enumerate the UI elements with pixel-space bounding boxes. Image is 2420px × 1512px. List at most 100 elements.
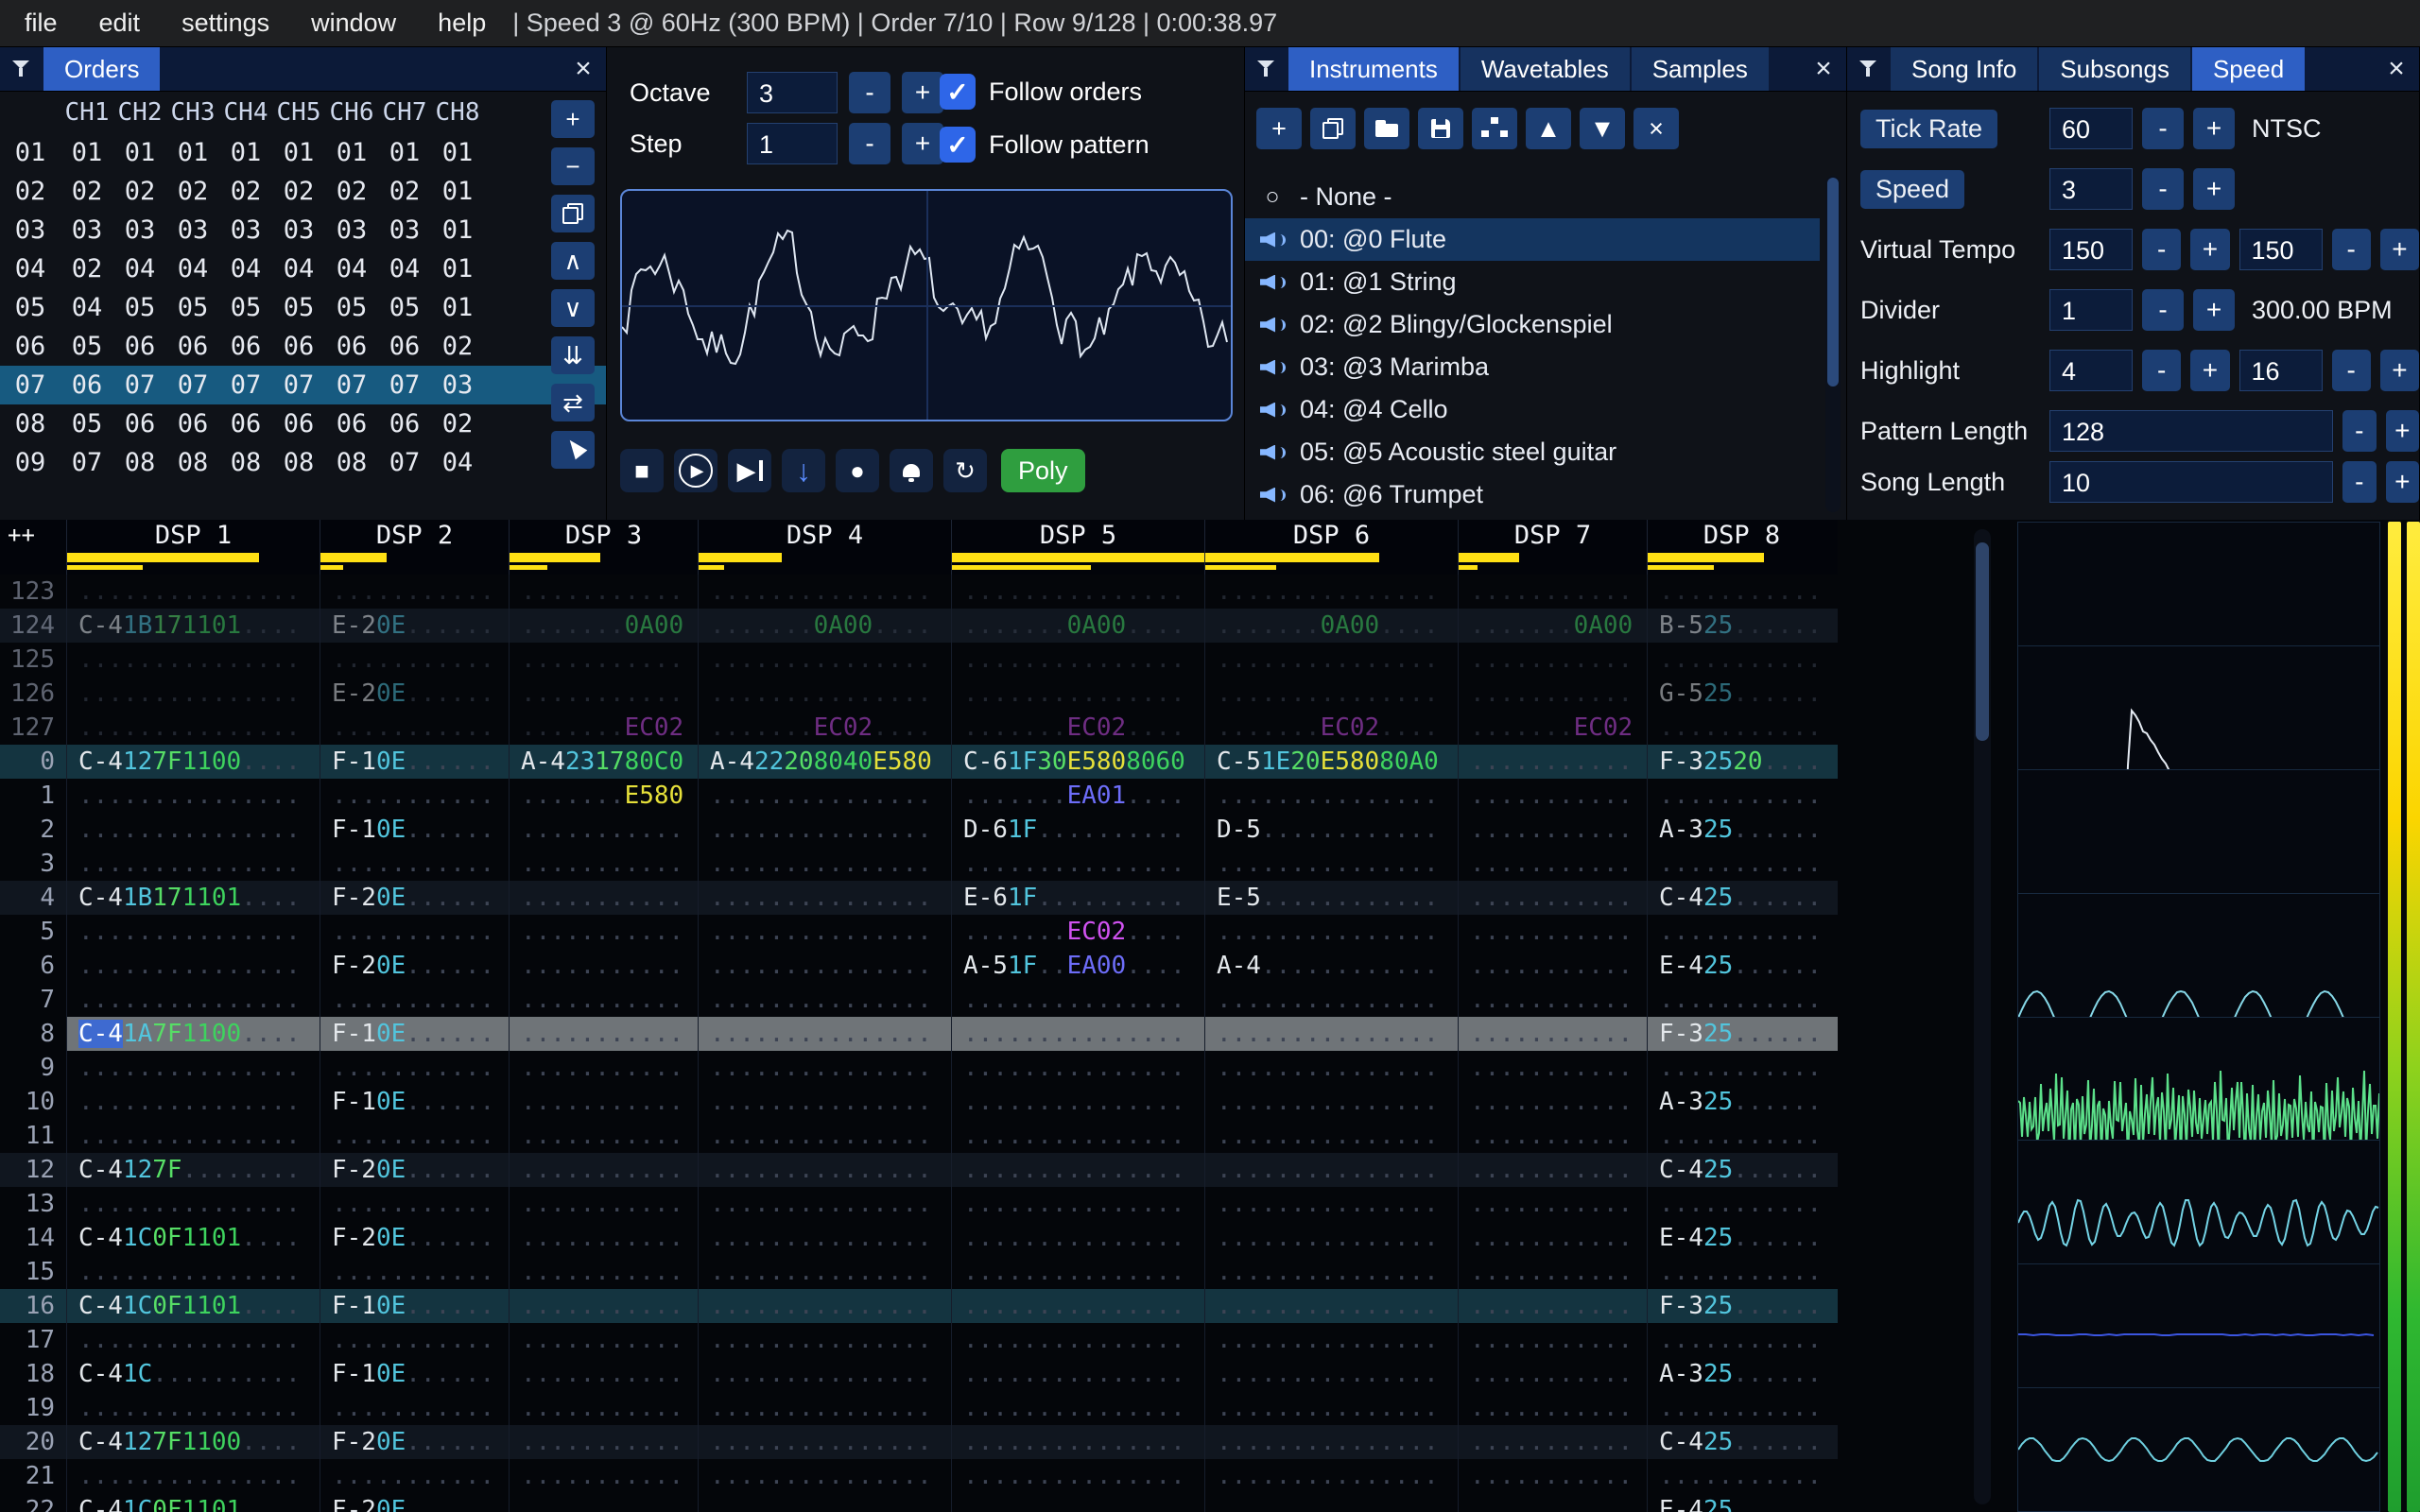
pattern-cell[interactable]: ............... <box>1204 983 1458 1017</box>
pattern-cell[interactable]: F-20E...... <box>320 1425 509 1459</box>
pattern-cell[interactable]: ........... <box>320 983 509 1017</box>
pattern-cell[interactable]: .......0A00.... <box>1204 609 1458 643</box>
order-cell[interactable]: 03 <box>325 211 378 249</box>
order-cell[interactable]: 06 <box>272 327 325 366</box>
pattern-cell[interactable]: C-41B171101.... <box>66 881 320 915</box>
orders-edit-mode-button[interactable] <box>551 431 595 469</box>
pattern-cell[interactable]: B-525...... <box>1647 609 1836 643</box>
order-cell[interactable]: 03 <box>166 211 219 249</box>
order-cell[interactable]: 06 <box>378 404 431 443</box>
orders-remove-button[interactable]: − <box>551 147 595 185</box>
pattern-cell[interactable]: ............... <box>1204 1425 1458 1459</box>
virtual-tempo-num-decrease-button[interactable]: - <box>2142 229 2182 270</box>
pattern-cell[interactable]: ............... <box>698 643 951 677</box>
pattern-cell[interactable]: ............... <box>66 1085 320 1119</box>
pattern-cell[interactable]: ............... <box>951 1459 1204 1493</box>
record-button[interactable]: ● <box>836 449 879 492</box>
pattern-cell[interactable]: ............... <box>66 1119 320 1153</box>
order-cell[interactable]: 04 <box>166 249 219 288</box>
pattern-cell[interactable]: ........... <box>509 881 698 915</box>
channel-name[interactable]: DSP 3 <box>510 521 698 553</box>
order-cell[interactable]: 06 <box>219 404 272 443</box>
pattern-cell[interactable]: ........... <box>509 983 698 1017</box>
menu-edit[interactable]: edit <box>99 9 141 38</box>
pattern-cell[interactable]: F-10E...... <box>320 1357 509 1391</box>
order-cell[interactable]: 02 <box>219 172 272 211</box>
pattern-cell[interactable]: A-325...... <box>1647 1357 1836 1391</box>
instrument-delete-button[interactable]: × <box>1634 108 1679 149</box>
pattern-length-increase-button[interactable]: + <box>2385 410 2419 452</box>
order-cell[interactable]: 01 <box>378 133 431 172</box>
pattern-cell[interactable]: ........... <box>1458 1017 1647 1051</box>
pattern-cell[interactable]: ........... <box>1458 983 1647 1017</box>
pattern-cell[interactable]: C-41C0F1101.... <box>66 1221 320 1255</box>
instrument-open-button[interactable] <box>1364 108 1409 149</box>
order-cell[interactable]: 04 <box>219 249 272 288</box>
order-cell[interactable]: 06 <box>325 327 378 366</box>
pattern-cell[interactable]: C-51E20E58080A0 <box>1204 745 1458 779</box>
pattern-cell[interactable]: E-425...... <box>1647 1493 1836 1512</box>
pattern-cell[interactable]: ............... <box>1204 1391 1458 1425</box>
pattern-cell[interactable]: ........... <box>1647 779 1836 813</box>
order-cell[interactable]: 06 <box>378 327 431 366</box>
pattern-cell[interactable]: ............... <box>1204 1289 1458 1323</box>
pattern-cell[interactable]: ............... <box>698 1051 951 1085</box>
pattern-cell[interactable]: ........... <box>509 949 698 983</box>
speed-input[interactable]: 3 <box>2049 168 2133 210</box>
order-cell[interactable]: 08 <box>113 443 166 482</box>
pattern-cell[interactable]: ........... <box>1458 643 1647 677</box>
order-cell[interactable]: 06 <box>113 404 166 443</box>
channel-name[interactable]: DSP 4 <box>699 521 951 553</box>
pattern-cell[interactable]: ........... <box>1458 813 1647 847</box>
order-cell[interactable]: 04 <box>378 249 431 288</box>
order-cell[interactable]: 02 <box>378 172 431 211</box>
octave-input[interactable]: 3 <box>747 72 838 113</box>
order-cell[interactable]: 07 <box>60 443 113 482</box>
pattern-cell[interactable]: ........... <box>1647 1119 1836 1153</box>
order-row-number[interactable]: 08 <box>0 404 60 443</box>
pattern-cell[interactable]: ............... <box>698 1255 951 1289</box>
order-cell[interactable]: 03 <box>378 211 431 249</box>
pattern-cell[interactable]: ........... <box>320 1391 509 1425</box>
instrument-list-item[interactable]: 04: @4 Cello <box>1245 388 1820 431</box>
order-cell[interactable]: 02 <box>60 249 113 288</box>
pattern-cell[interactable]: .......EC02.... <box>698 711 951 745</box>
pattern-cell[interactable]: ........... <box>1458 1459 1647 1493</box>
pattern-cell[interactable]: ........... <box>320 711 509 745</box>
pattern-cell[interactable]: F-32520.... <box>1647 745 1836 779</box>
virtual-tempo-denominator-input[interactable]: 150 <box>2238 229 2323 270</box>
pattern-cell[interactable]: ........... <box>509 1323 698 1357</box>
orders-duplicate-button[interactable] <box>551 195 595 232</box>
order-cell[interactable]: 08 <box>166 443 219 482</box>
highlight-second-input[interactable]: 16 <box>2238 350 2323 391</box>
channel-name[interactable]: DSP 1 <box>67 521 320 553</box>
pattern-cell[interactable]: ........... <box>1647 575 1836 609</box>
pattern-cell[interactable]: ............... <box>951 1017 1204 1051</box>
pattern-cell[interactable]: ........... <box>509 847 698 881</box>
pattern-cell[interactable]: ........... <box>509 1255 698 1289</box>
pattern-cell[interactable]: ............... <box>951 1051 1204 1085</box>
pattern-cell[interactable]: ............... <box>1204 1017 1458 1051</box>
virtual-tempo-numerator-input[interactable]: 150 <box>2049 229 2133 270</box>
step-decrease-button[interactable]: - <box>849 123 890 164</box>
order-cell[interactable]: 07 <box>113 366 166 404</box>
order-row-number[interactable]: 09 <box>0 443 60 482</box>
pattern-cell[interactable]: ............... <box>1204 1255 1458 1289</box>
instrument-toggle-folders-button[interactable] <box>1472 108 1517 149</box>
orders-duplicate-to-end-button[interactable]: ⇊ <box>551 336 595 374</box>
order-cell[interactable]: 01 <box>431 172 484 211</box>
pattern-cell[interactable]: ........... <box>1647 1323 1836 1357</box>
pattern-cell[interactable]: ........... <box>320 643 509 677</box>
song-tab-subsongs[interactable]: Subsongs <box>2039 47 2190 91</box>
pattern-cell[interactable]: ........... <box>509 813 698 847</box>
pattern-cell[interactable]: ........... <box>1458 779 1647 813</box>
pattern-cell[interactable]: ........... <box>1458 1085 1647 1119</box>
pattern-cell[interactable]: ........... <box>509 1357 698 1391</box>
pattern-cell[interactable]: .......E580 <box>509 779 698 813</box>
order-cell[interactable]: 01 <box>219 133 272 172</box>
pattern-cell[interactable]: ............... <box>66 915 320 949</box>
order-cell[interactable]: 06 <box>166 327 219 366</box>
pattern-cell[interactable]: ............... <box>66 677 320 711</box>
pattern-cell[interactable]: ............... <box>951 1357 1204 1391</box>
instrument-list-item[interactable]: 02: @2 Blingy/Glockenspiel <box>1245 303 1820 346</box>
